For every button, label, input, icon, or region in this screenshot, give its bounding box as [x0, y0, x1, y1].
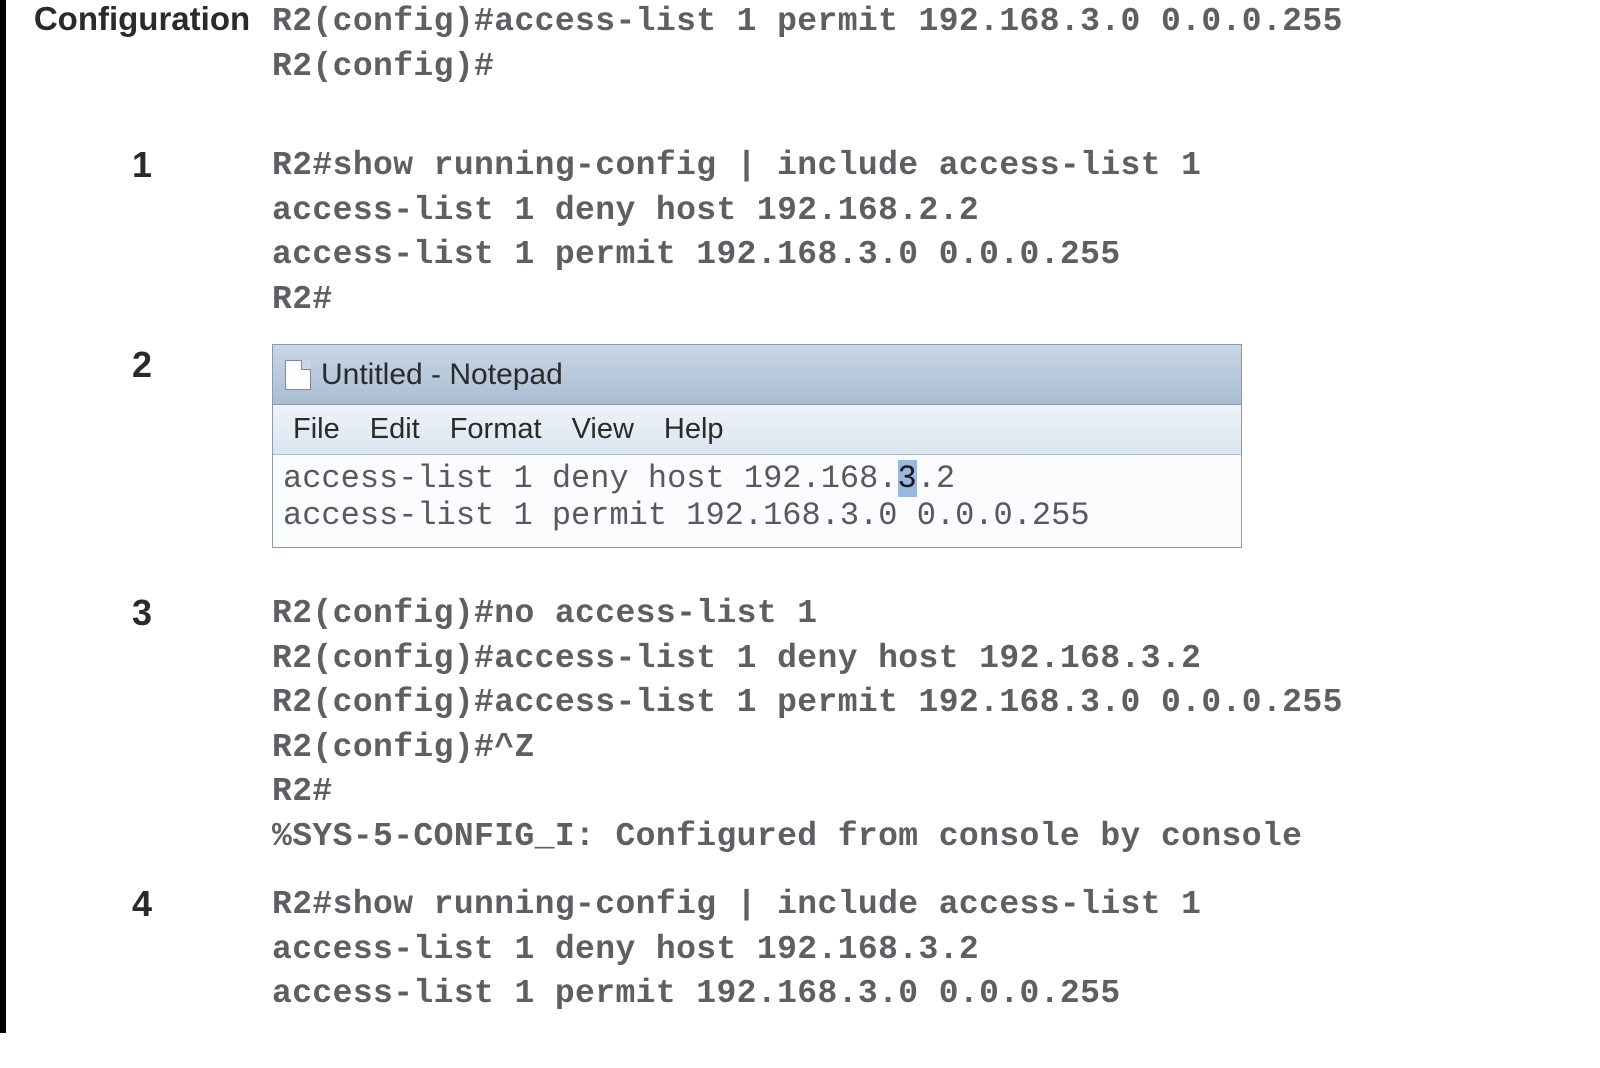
step3-line-5: R2#: [272, 773, 333, 810]
notepad-menu-help[interactable]: Help: [664, 413, 724, 446]
notepad-menu-format[interactable]: Format: [450, 413, 542, 446]
row-step-3: 3 R2(config)#no access-list 1 R2(config)…: [12, 592, 1600, 859]
label-step-3: 3: [132, 592, 152, 634]
row-configuration: Configuration R2(config)#access-list 1 p…: [12, 0, 1600, 120]
terminal-step-3: R2(config)#no access-list 1 R2(config)#a…: [272, 592, 1600, 859]
notepad-menu-file[interactable]: File: [293, 413, 340, 446]
row-step-2: 2 Untitled - Notepad File Edit Format Vi…: [12, 344, 1600, 574]
label-step-4: 4: [132, 883, 152, 925]
terminal-step-1: R2#show running-config | include access-…: [272, 144, 1600, 322]
document-root: Configuration R2(config)#access-list 1 p…: [0, 0, 1600, 1033]
step1-line-1: R2#show running-config | include access-…: [272, 147, 1201, 184]
label-step-2: 2: [132, 344, 152, 386]
config-line-2: R2(config)#: [272, 48, 494, 85]
step1-line-2: access-list 1 deny host 192.168.2.2: [272, 192, 979, 229]
step1-line-4: R2#: [272, 281, 333, 318]
notepad-line1-pre: access-list 1 deny host 192.168.: [283, 460, 898, 497]
notepad-line1-selection: 3: [898, 460, 917, 497]
notepad-menu-view[interactable]: View: [572, 413, 634, 446]
step3-line-1: R2(config)#no access-list 1: [272, 595, 818, 632]
terminal-configuration: R2(config)#access-list 1 permit 192.168.…: [272, 0, 1600, 89]
label-step-1: 1: [132, 144, 152, 186]
row-step-1: 1 R2#show running-config | include acces…: [12, 144, 1600, 334]
notepad-menubar: File Edit Format View Help: [273, 405, 1241, 455]
step4-line-1: R2#show running-config | include access-…: [272, 886, 1201, 923]
notepad-window[interactable]: Untitled - Notepad File Edit Format View…: [272, 344, 1242, 548]
terminal-step-4: R2#show running-config | include access-…: [272, 883, 1600, 1017]
row-step-4: 4 R2#show running-config | include acces…: [12, 883, 1600, 1033]
notepad-menu-edit[interactable]: Edit: [370, 413, 420, 446]
step3-line-2: R2(config)#access-list 1 deny host 192.1…: [272, 640, 1201, 677]
label-configuration: Configuration: [34, 0, 250, 38]
notepad-line1-post: .2: [917, 460, 955, 497]
notepad-line2: access-list 1 permit 192.168.3.0 0.0.0.2…: [283, 497, 1090, 534]
step3-line-6: %SYS-5-CONFIG_I: Configured from console…: [272, 818, 1302, 855]
step3-line-4: R2(config)#^Z: [272, 729, 535, 766]
notepad-titlebar[interactable]: Untitled - Notepad: [273, 345, 1241, 405]
notepad-file-icon: [285, 360, 311, 390]
step4-line-3: access-list 1 permit 192.168.3.0 0.0.0.2…: [272, 975, 1121, 1012]
step3-line-3: R2(config)#access-list 1 permit 192.168.…: [272, 684, 1343, 721]
step1-line-3: access-list 1 permit 192.168.3.0 0.0.0.2…: [272, 236, 1121, 273]
config-line-1: R2(config)#access-list 1 permit 192.168.…: [272, 3, 1343, 40]
step4-line-2: access-list 1 deny host 192.168.3.2: [272, 931, 979, 968]
notepad-title-text: Untitled - Notepad: [321, 358, 563, 392]
notepad-text-area[interactable]: access-list 1 deny host 192.168.3.2 acce…: [273, 455, 1241, 547]
